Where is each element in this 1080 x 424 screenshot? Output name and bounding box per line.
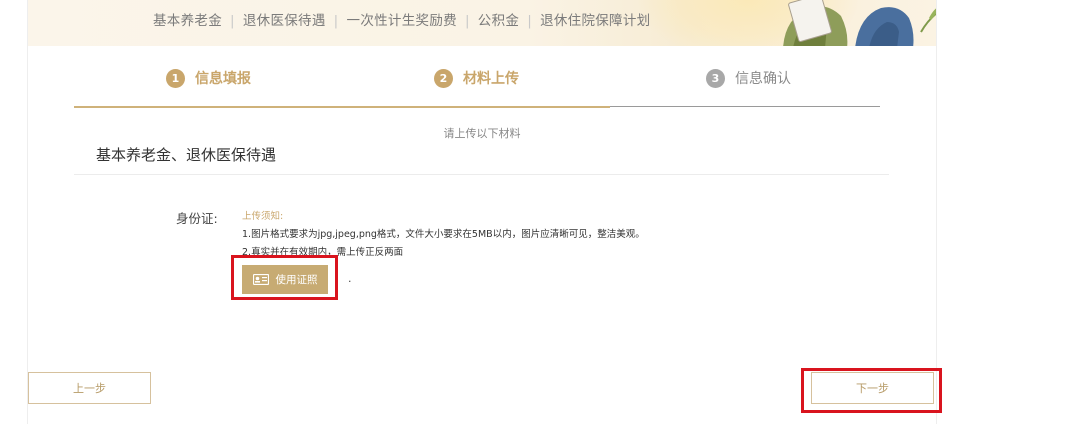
nav-separator: | [333, 13, 339, 29]
elderly-couple-illustration [783, 0, 936, 46]
progress-bar-completed [74, 106, 610, 108]
nav-link-retirement-medical[interactable]: 退休医保待遇 [243, 13, 326, 29]
nav-separator: | [464, 13, 470, 29]
upload-notice-title: 上传须知: [242, 211, 284, 222]
id-card-label: 身份证: [176, 211, 218, 226]
step-indicator: 1 信息填报 2 材料上传 3 信息确认 [74, 66, 880, 108]
nav-link-pension[interactable]: 基本养老金 [153, 13, 222, 29]
nav-separator: | [527, 13, 533, 29]
highlight-box-next [801, 368, 942, 413]
highlight-box-upload [231, 255, 338, 300]
step-label: 信息确认 [735, 71, 791, 87]
step-number: 1 [166, 68, 185, 88]
top-banner: 基本养老金 | 退休医保待遇 | 一次性计生奖励费 | 公积金 | 退休住院保障计划 [28, 0, 936, 46]
main-card: 基本养老金 | 退休医保待遇 | 一次性计生奖励费 | 公积金 | 退休住院保障计划 1 信息填… [27, 0, 942, 424]
nav-link-family-planning-award[interactable]: 一次性计生奖励费 [347, 13, 457, 29]
nav-link-hospital-plan[interactable]: 退休住院保障计划 [540, 13, 650, 29]
step-info-fill: 1 信息填报 [166, 66, 251, 90]
section-divider [74, 174, 889, 175]
step-material-upload: 2 材料上传 [434, 66, 519, 90]
nav-separator: | [230, 13, 235, 29]
step-number: 2 [434, 68, 453, 88]
step-label: 材料上传 [463, 71, 519, 87]
previous-step-button[interactable]: 上一步 [28, 372, 151, 404]
upload-notice-line: 1.图片格式要求为jpg,jpeg,png格式，文件大小要求在5MB以内，图片应… [242, 229, 645, 240]
category-title: 基本养老金、退休医保待遇 [96, 146, 277, 164]
nav-link-housing-fund[interactable]: 公积金 [478, 13, 519, 29]
progress-bar-remaining [610, 106, 880, 107]
category-nav: 基本养老金 | 退休医保待遇 | 一次性计生奖励费 | 公积金 | 退休住院保障计划 [153, 9, 650, 29]
step-label: 信息填报 [195, 71, 251, 87]
upload-prompt: 请上传以下材料 [443, 127, 521, 140]
step-number: 3 [706, 68, 725, 88]
upload-status-mark: . [348, 272, 352, 285]
step-info-confirm: 3 信息确认 [706, 66, 791, 90]
